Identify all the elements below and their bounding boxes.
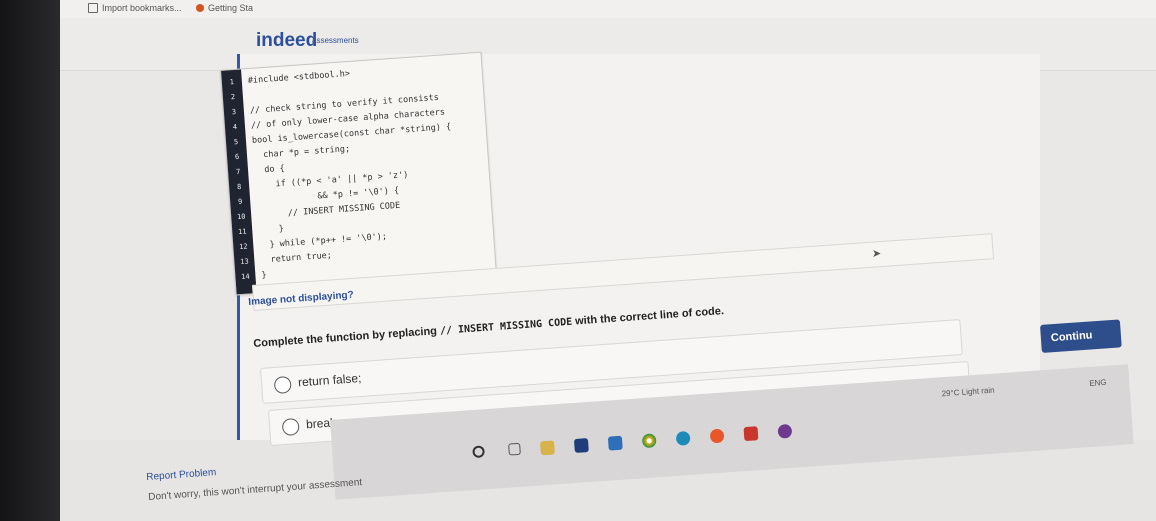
mouse-cursor-icon: ➤ bbox=[872, 248, 882, 260]
line-number: 5 bbox=[233, 137, 239, 147]
code-line: } bbox=[257, 223, 285, 236]
line-number: 3 bbox=[231, 107, 237, 117]
line-number: 13 bbox=[239, 257, 249, 267]
logo-subtitle: assessments bbox=[312, 36, 359, 45]
line-number: 8 bbox=[236, 182, 242, 192]
code-line: #include <stdbool.h> bbox=[247, 68, 351, 87]
search-icon[interactable] bbox=[472, 445, 485, 459]
code-line: char *p = string; bbox=[252, 144, 351, 161]
code-image: 1 #include <stdbool.h> 2 3// check string t… bbox=[220, 51, 498, 296]
code-line: } bbox=[261, 270, 267, 281]
mail-icon[interactable] bbox=[607, 435, 623, 451]
store-icon[interactable] bbox=[573, 438, 589, 453]
line-number: 14 bbox=[240, 272, 250, 282]
firefox-icon[interactable] bbox=[709, 428, 725, 444]
line-number: 7 bbox=[235, 167, 241, 177]
line-number: 10 bbox=[236, 212, 246, 222]
continue-button[interactable]: Continu bbox=[1040, 319, 1122, 353]
bookmarks-bar: Import bookmarks... Getting Sta bbox=[60, 0, 1156, 19]
bookmark-label: Import bookmarks... bbox=[102, 3, 182, 13]
edge-icon[interactable] bbox=[675, 430, 691, 446]
code-line: do { bbox=[253, 163, 286, 176]
bookmark-import[interactable]: Import bookmarks... bbox=[88, 3, 182, 13]
indeed-logo[interactable]: indeed bbox=[256, 30, 317, 52]
chrome-icon[interactable] bbox=[641, 433, 657, 449]
weather-widget[interactable]: 29°C Light rain bbox=[941, 386, 995, 399]
line-number: 12 bbox=[238, 242, 248, 252]
radio-button[interactable] bbox=[281, 417, 300, 437]
file-explorer-icon[interactable] bbox=[540, 440, 555, 456]
line-number: 4 bbox=[232, 122, 238, 132]
code-line: } while (*p++ != '\0'); bbox=[259, 231, 388, 251]
radio-button[interactable] bbox=[273, 375, 292, 395]
option-label: return false; bbox=[297, 370, 362, 390]
firefox-icon bbox=[196, 4, 204, 12]
wps-icon[interactable] bbox=[743, 426, 759, 442]
line-number: 2 bbox=[230, 93, 236, 102]
task-view-icon[interactable] bbox=[508, 442, 521, 456]
line-number: 6 bbox=[234, 152, 240, 162]
line-number: 9 bbox=[237, 197, 243, 207]
bookmark-label: Getting Sta bbox=[208, 3, 254, 13]
line-number: 1 bbox=[229, 78, 235, 87]
app-icon[interactable] bbox=[777, 423, 793, 439]
laptop-bezel bbox=[0, 0, 60, 521]
line-number: 11 bbox=[237, 227, 247, 237]
import-icon bbox=[88, 3, 98, 13]
language-indicator[interactable]: ENG bbox=[1089, 378, 1107, 388]
bookmark-getting-started[interactable]: Getting Sta bbox=[196, 3, 253, 13]
code-line: return true; bbox=[260, 250, 333, 266]
